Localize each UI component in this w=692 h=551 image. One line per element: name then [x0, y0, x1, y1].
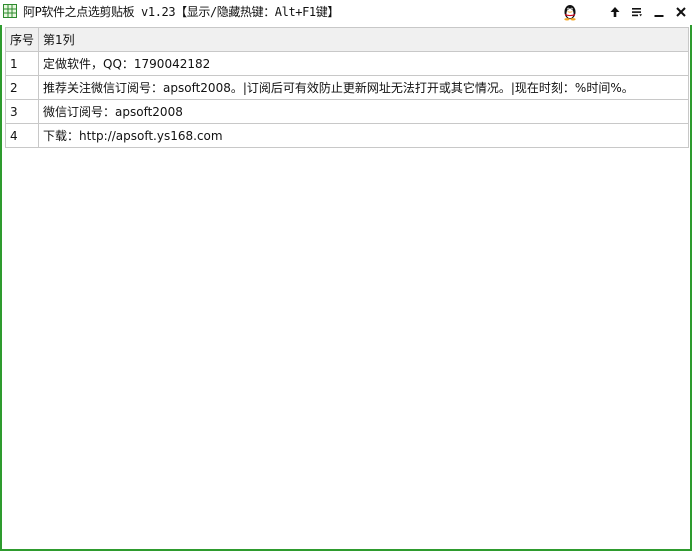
- minimize-icon: [654, 15, 664, 17]
- row-index[interactable]: 4: [4, 123, 40, 148]
- move-up-button[interactable]: [605, 2, 625, 22]
- qq-penguin-icon: [564, 5, 576, 21]
- row-index[interactable]: 2: [4, 75, 40, 100]
- column-header-index[interactable]: 序号: [4, 27, 40, 52]
- grid-app-icon: [3, 4, 17, 18]
- row-text[interactable]: 微信订阅号：apsoft2008: [38, 99, 689, 124]
- app-window: 阿P软件之点选剪贴板 v1.23【显示/隐藏热键：Alt+F1键】 序号 第1列…: [0, 0, 692, 551]
- arrow-up-icon: [610, 7, 620, 17]
- clipboard-table: 序号 第1列 1 定做软件，QQ：1790042182 2 推荐关注微信订阅号：…: [4, 27, 689, 148]
- table-row[interactable]: 1 定做软件，QQ：1790042182: [4, 51, 689, 76]
- column-header-col1[interactable]: 第1列: [38, 27, 689, 52]
- menu-icon: [632, 8, 642, 17]
- row-text[interactable]: 推荐关注微信订阅号：apsoft2008。|订阅后可有效防止更新网址无法打开或其…: [38, 75, 689, 100]
- table-row[interactable]: 3 微信订阅号：apsoft2008: [4, 99, 689, 124]
- row-text[interactable]: 下载：http://apsoft.ys168.com: [38, 123, 689, 148]
- window-title: 阿P软件之点选剪贴板 v1.23【显示/隐藏热键：Alt+F1键】: [23, 5, 339, 19]
- qq-button[interactable]: [560, 2, 580, 22]
- table-row[interactable]: 2 推荐关注微信订阅号：apsoft2008。|订阅后可有效防止更新网址无法打开…: [4, 75, 689, 100]
- close-icon: [676, 7, 686, 17]
- table-header-row: 序号 第1列: [4, 27, 689, 52]
- table-row[interactable]: 4 下载：http://apsoft.ys168.com: [4, 123, 689, 148]
- row-index[interactable]: 3: [4, 99, 40, 124]
- close-button[interactable]: [671, 2, 691, 22]
- row-text[interactable]: 定做软件，QQ：1790042182: [38, 51, 689, 76]
- menu-button[interactable]: [627, 2, 647, 22]
- minimize-button[interactable]: [649, 2, 669, 22]
- row-index[interactable]: 1: [4, 51, 40, 76]
- title-bar[interactable]: 阿P软件之点选剪贴板 v1.23【显示/隐藏热键：Alt+F1键】: [0, 0, 692, 25]
